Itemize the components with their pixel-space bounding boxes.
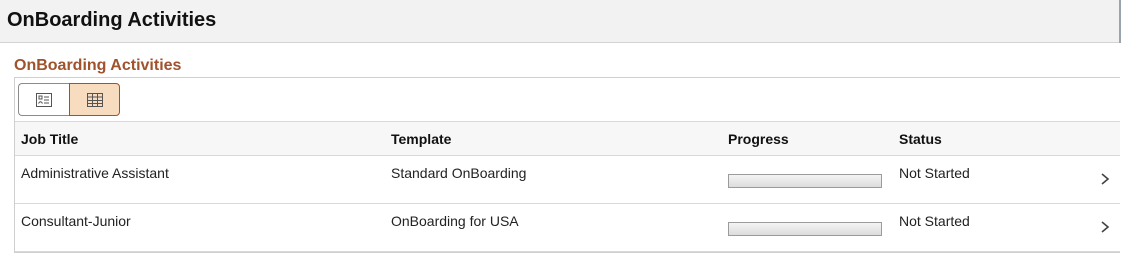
view-toggle-group [18, 83, 120, 116]
progress-bar [728, 222, 882, 236]
column-header-job-title[interactable]: Job Title [21, 131, 78, 147]
grid-view-button[interactable] [69, 83, 120, 116]
page-title: OnBoarding Activities [7, 9, 217, 31]
chevron-right-icon[interactable] [1098, 219, 1112, 235]
chevron-right-icon[interactable] [1098, 171, 1112, 187]
template-cell: Standard OnBoarding [391, 165, 527, 181]
column-header-template[interactable]: Template [391, 131, 451, 147]
status-cell: Not Started [899, 213, 970, 229]
list-view-button[interactable] [18, 83, 69, 116]
progress-bar [728, 174, 882, 188]
template-cell: OnBoarding for USA [391, 213, 519, 229]
table-header-row: Job Title Template Progress Status [15, 121, 1120, 156]
status-cell: Not Started [899, 165, 970, 181]
column-header-progress[interactable]: Progress [728, 131, 789, 147]
column-header-status[interactable]: Status [899, 131, 942, 147]
page-header: OnBoarding Activities [0, 0, 1121, 43]
list-view-icon [36, 92, 52, 107]
table-row[interactable]: Consultant-Junior OnBoarding for USA Not… [15, 204, 1120, 252]
job-title-cell: Consultant-Junior [21, 213, 131, 229]
table-row[interactable]: Administrative Assistant Standard OnBoar… [15, 156, 1120, 204]
job-title-cell: Administrative Assistant [21, 165, 169, 181]
grid-view-icon [86, 92, 103, 107]
group-box-title: OnBoarding Activities [14, 57, 182, 74]
